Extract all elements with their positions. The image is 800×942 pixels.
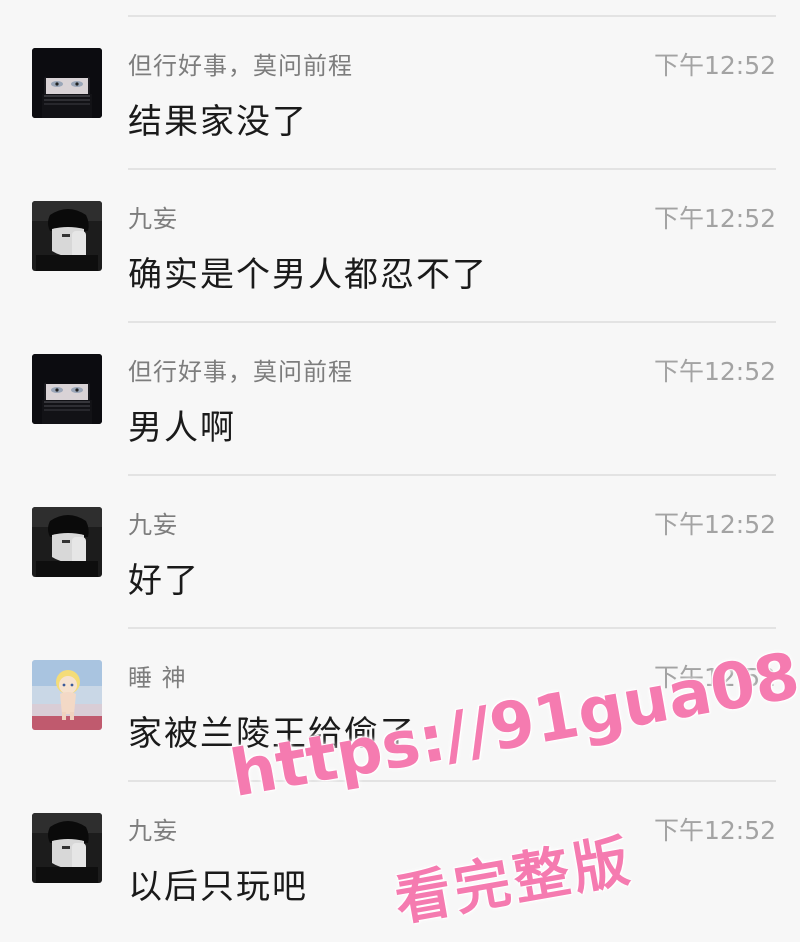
man-dark-avatar-icon bbox=[32, 201, 102, 271]
man-dark-avatar-icon bbox=[32, 813, 102, 883]
sender-name: 睡 神 bbox=[128, 664, 187, 692]
sender-name: 九妄 bbox=[128, 205, 178, 233]
message-time: 下午12:52 bbox=[653, 357, 776, 386]
message-text: 以后只玩吧 bbox=[128, 867, 308, 907]
avatar[interactable] bbox=[32, 813, 102, 883]
list-item[interactable]: 九妄 下午12:52 好了 bbox=[0, 475, 800, 627]
message-text: 好了 bbox=[128, 561, 200, 601]
sender-name: 九妄 bbox=[128, 817, 178, 845]
chat-message-list: 但行好事，莫问前程 下午12:52 结果家没了 九妄 下午12:52 确实是个男… bbox=[0, 0, 800, 942]
sender-name: 但行好事，莫问前程 bbox=[128, 358, 353, 386]
avatar[interactable] bbox=[32, 507, 102, 577]
message-text: 结果家没了 bbox=[128, 102, 308, 142]
message-time: 下午12:52 bbox=[653, 816, 776, 845]
avatar[interactable] bbox=[32, 660, 102, 730]
message-text: 男人啊 bbox=[128, 408, 236, 448]
message-time: 下午12:52 bbox=[653, 510, 776, 539]
goth-girl-avatar-icon bbox=[32, 354, 102, 424]
anime-child-avatar-icon bbox=[32, 660, 102, 730]
sender-name: 但行好事，莫问前程 bbox=[128, 52, 353, 80]
message-time: 下午12:52 bbox=[653, 204, 776, 233]
goth-girl-avatar-icon bbox=[32, 48, 102, 118]
avatar[interactable] bbox=[32, 201, 102, 271]
sender-name: 九妄 bbox=[128, 511, 178, 539]
man-dark-avatar-icon bbox=[32, 507, 102, 577]
avatar[interactable] bbox=[32, 48, 102, 118]
avatar[interactable] bbox=[32, 354, 102, 424]
message-text: 确实是个男人都忍不了 bbox=[128, 255, 488, 295]
list-item[interactable]: 但行好事，莫问前程 下午12:52 男人啊 bbox=[0, 322, 800, 474]
message-time: 下午12:52 bbox=[653, 51, 776, 80]
list-item[interactable]: 但行好事，莫问前程 下午12:52 结果家没了 bbox=[0, 16, 800, 168]
list-item[interactable]: 九妄 下午12:52 确实是个男人都忍不了 bbox=[0, 169, 800, 321]
